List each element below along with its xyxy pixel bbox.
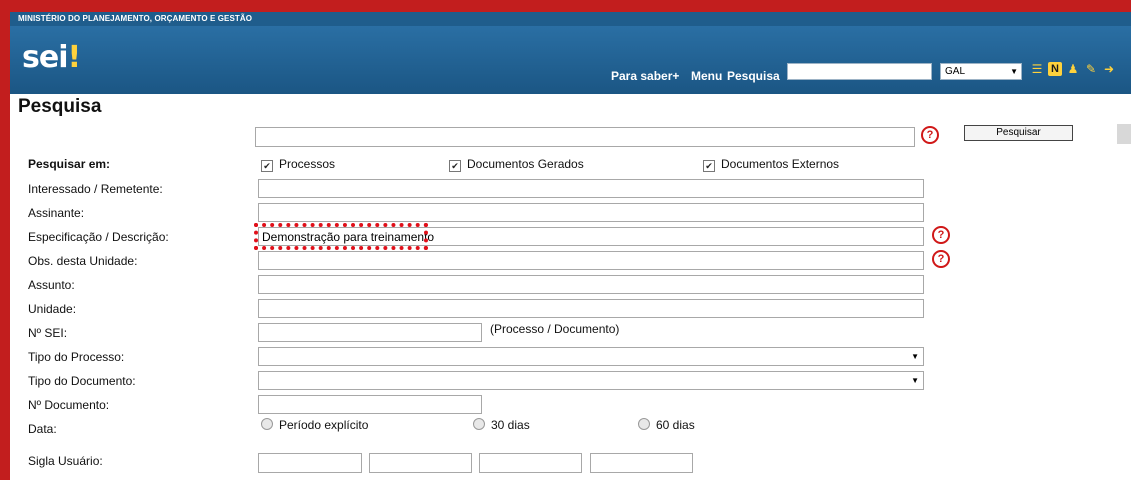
sigla-input-3[interactable]: [479, 453, 582, 473]
ndocumento-label: Nº Documento:: [28, 398, 110, 412]
main-search-input[interactable]: [255, 127, 915, 147]
nsei-label: Nº SEI:: [28, 326, 68, 340]
especificacao-input[interactable]: Demonstração para treinamento: [258, 227, 924, 246]
sigla-input-4[interactable]: [590, 453, 693, 473]
unidade-label: Unidade:: [28, 302, 77, 316]
radio-periodo-explicito[interactable]: Período explícito: [261, 418, 368, 432]
chevron-down-icon: ▼: [911, 376, 919, 385]
ndocumento-input[interactable]: [258, 395, 482, 414]
ministry-name: MINISTÉRIO DO PLANEJAMENTO, ORÇAMENTO E …: [18, 14, 253, 23]
sigla-input-2[interactable]: [369, 453, 472, 473]
scroll-stub: [1117, 124, 1131, 144]
nav-menu[interactable]: Menu: [691, 69, 722, 83]
assinante-label: Assinante:: [28, 206, 85, 220]
list-icon[interactable]: ☰: [1030, 62, 1044, 76]
data-label: Data:: [28, 422, 57, 436]
tipo-processo-label: Tipo do Processo:: [28, 350, 125, 364]
unidade-input[interactable]: [258, 299, 924, 318]
obs-input[interactable]: [258, 251, 924, 270]
page-title: Pesquisa: [18, 96, 102, 117]
help-icon[interactable]: ?: [921, 126, 939, 144]
tipo-processo-select[interactable]: ▼: [258, 347, 924, 366]
nav-para-saber[interactable]: Para saber+: [611, 69, 679, 83]
assunto-label: Assunto:: [28, 278, 75, 292]
assinante-input[interactable]: [258, 203, 924, 222]
tools-icon[interactable]: ✎: [1084, 62, 1098, 76]
search-button[interactable]: Pesquisar: [964, 125, 1073, 141]
interessado-input[interactable]: [258, 179, 924, 198]
app-window: MINISTÉRIO DO PLANEJAMENTO, ORÇAMENTO E …: [10, 12, 1131, 480]
unit-select[interactable]: GAL ▼: [940, 63, 1022, 80]
check-icon: ✔: [703, 160, 715, 172]
header: sei! Para saber+ Menu Pesquisa GAL ▼ ☰ N…: [10, 26, 1131, 94]
exit-icon[interactable]: ➜: [1102, 62, 1116, 76]
assunto-input[interactable]: [258, 275, 924, 294]
ministry-bar: MINISTÉRIO DO PLANEJAMENTO, ORÇAMENTO E …: [10, 12, 1131, 26]
radio-30-dias[interactable]: 30 dias: [473, 418, 530, 432]
checkbox-processos[interactable]: ✔ Processos: [261, 157, 335, 172]
tipo-documento-select[interactable]: ▼: [258, 371, 924, 390]
radio-60-dias[interactable]: 60 dias: [638, 418, 695, 432]
nsei-hint: (Processo / Documento): [490, 322, 620, 336]
especificacao-label: Especificação / Descrição:: [28, 230, 169, 244]
help-icon[interactable]: ?: [932, 250, 950, 268]
checkbox-documentos-gerados[interactable]: ✔ Documentos Gerados: [449, 157, 584, 172]
sigla-label: Sigla Usuário:: [28, 454, 103, 468]
notepad-icon[interactable]: N: [1048, 62, 1062, 76]
check-icon: ✔: [449, 160, 461, 172]
tipo-documento-label: Tipo do Documento:: [28, 374, 136, 388]
obs-label: Obs. desta Unidade:: [28, 254, 138, 268]
pesquisar-em-label: Pesquisar em:: [28, 157, 111, 171]
chevron-down-icon: ▼: [1010, 67, 1018, 76]
nsei-input[interactable]: [258, 323, 482, 342]
user-icon[interactable]: ♟: [1066, 62, 1080, 76]
nav-pesquisa[interactable]: Pesquisa: [727, 69, 780, 83]
header-search-input[interactable]: [787, 63, 932, 80]
sei-logo[interactable]: sei!: [22, 40, 81, 75]
sigla-input-1[interactable]: [258, 453, 362, 473]
check-icon: ✔: [261, 160, 273, 172]
chevron-down-icon: ▼: [911, 352, 919, 361]
help-icon[interactable]: ?: [932, 226, 950, 244]
checkbox-documentos-externos[interactable]: ✔ Documentos Externos: [703, 157, 839, 172]
interessado-label: Interessado / Remetente:: [28, 182, 163, 196]
